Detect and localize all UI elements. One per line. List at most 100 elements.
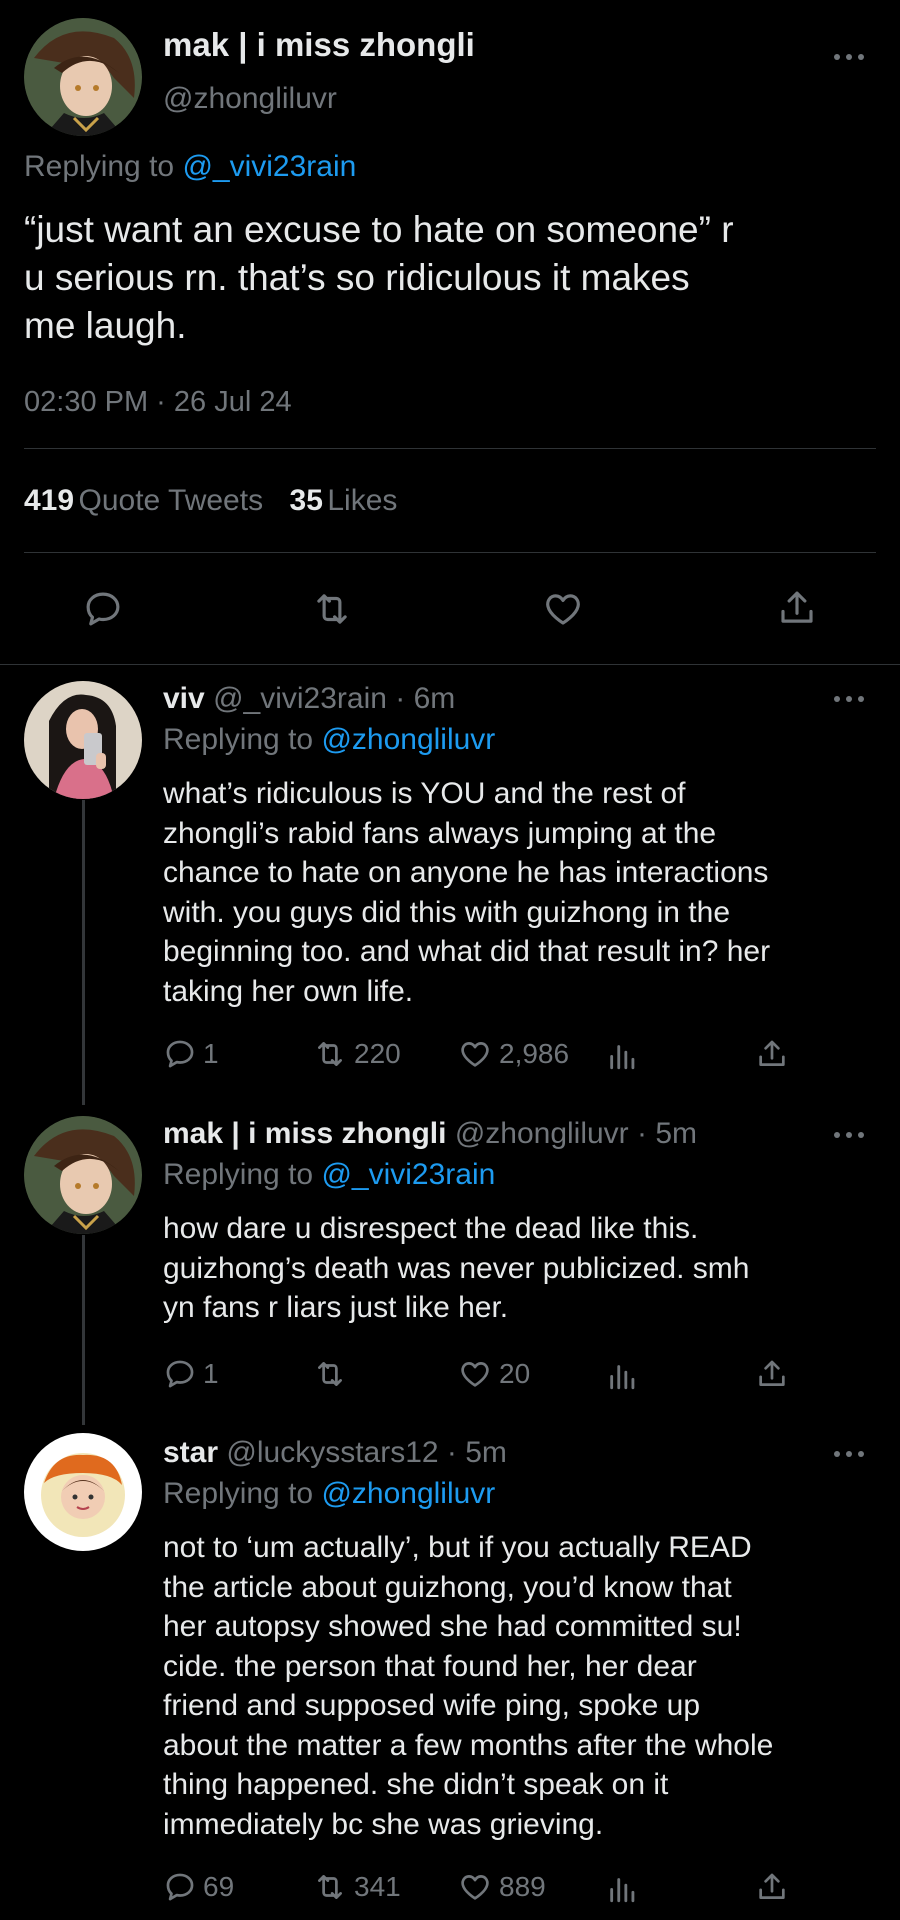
replying-to: Replying to @zhongliluvr xyxy=(163,723,495,757)
retweet-icon xyxy=(318,1362,342,1386)
retweet-action[interactable]: 220 xyxy=(312,1037,401,1071)
tweet-text: not to ‘um actually’, but if you actuall… xyxy=(163,1528,883,1844)
like-count: 2,986 xyxy=(499,1038,570,1069)
replying-to-link[interactable]: @zhongliluvr xyxy=(321,723,495,756)
tweet-text-line: about the matter a few months after the … xyxy=(163,1728,774,1762)
handle-and-time[interactable]: @_vivi23rain · 6m xyxy=(213,682,455,715)
tweet-text-line: what’s ridiculous is YOU and the rest of xyxy=(163,777,686,810)
retweet-count: 220 xyxy=(354,1038,401,1069)
tweet-text-line: taking her own life. xyxy=(163,974,414,1008)
quote-count: 419 xyxy=(24,484,75,517)
reply-icon xyxy=(166,1873,194,1901)
share-icon[interactable] xyxy=(755,1869,789,1905)
retweet-icon[interactable] xyxy=(310,588,354,635)
reply-icon[interactable] xyxy=(82,588,124,635)
heart-icon xyxy=(461,1875,489,1900)
tweet-text: how dare u disrespect the dead like this… xyxy=(163,1209,883,1328)
tweet-text-line: me laugh. xyxy=(24,305,187,346)
replying-label: Replying to xyxy=(163,723,314,756)
avatar[interactable] xyxy=(24,18,142,136)
tweet-text-line: with. you guys did this with guizhong in… xyxy=(163,895,730,929)
tweet-text-line: her autopsy showed she had committed su! xyxy=(163,1610,742,1643)
retweet-count: 341 xyxy=(354,1871,401,1902)
replying-to-link[interactable]: @_vivi23rain xyxy=(321,1158,495,1191)
tweet-text-line: guizhong’s death was never publicized. s… xyxy=(163,1251,750,1285)
like-label: Likes xyxy=(327,484,398,517)
divider xyxy=(0,664,900,665)
share-icon[interactable] xyxy=(755,1036,789,1072)
handle-and-time[interactable]: @luckysstars12 · 5m xyxy=(226,1436,507,1469)
avatar[interactable] xyxy=(24,1433,142,1551)
reply-action[interactable]: 1 xyxy=(163,1037,219,1071)
retweet-icon xyxy=(318,1042,342,1066)
more-options-icon[interactable] xyxy=(834,1130,868,1140)
display-name[interactable]: star xyxy=(163,1436,218,1469)
tweet-text-line: chance to hate on anyone he has interact… xyxy=(163,856,769,889)
quote-label: Quote Tweets xyxy=(78,484,264,517)
replying-label: Replying to xyxy=(163,1477,314,1510)
retweet-action[interactable] xyxy=(312,1357,354,1391)
reply-action[interactable]: 1 xyxy=(163,1357,219,1391)
heart-icon xyxy=(461,1042,489,1067)
tweet-text-line: yn fans r liars just like her. xyxy=(163,1291,509,1324)
avatar[interactable] xyxy=(24,1116,142,1234)
like-action[interactable]: 2,986 xyxy=(457,1037,569,1071)
tweet-text-line: thing happened. she didn’t speak on it xyxy=(163,1768,669,1801)
tweet-timestamp[interactable]: 02:30 PM · 26 Jul 24 xyxy=(24,386,292,419)
like-count: 889 xyxy=(499,1871,546,1902)
views-chart-icon[interactable] xyxy=(606,1358,640,1392)
reply-header: viv @_vivi23rain · 6m xyxy=(163,682,455,716)
more-options-icon[interactable] xyxy=(834,52,868,62)
avatar[interactable] xyxy=(24,681,142,799)
retweet-icon xyxy=(318,1875,342,1899)
more-options-icon[interactable] xyxy=(834,1449,868,1459)
replying-to: Replying to @_vivi23rain xyxy=(163,1158,495,1192)
replying-label: Replying to xyxy=(24,150,175,183)
like-count: 20 xyxy=(499,1358,531,1389)
tweet-text-line: “just want an excuse to hate on someone”… xyxy=(24,209,734,250)
thread-connector xyxy=(82,1235,85,1425)
views-chart-icon[interactable] xyxy=(606,1038,640,1072)
handle[interactable]: @zhongliluvr xyxy=(163,82,337,116)
reply-count: 1 xyxy=(203,1358,219,1389)
more-options-icon[interactable] xyxy=(834,694,868,704)
quote-tweets-stat[interactable]: 419 Quote Tweets xyxy=(24,484,268,517)
likes-stat[interactable]: 35 Likes xyxy=(290,484,398,517)
reply-header: star @luckysstars12 · 5m xyxy=(163,1436,507,1470)
handle-and-time[interactable]: @zhongliluvr · 5m xyxy=(455,1117,697,1150)
tweet-text-line: friend and supposed wife ping, spoke up xyxy=(163,1689,701,1722)
tweet-text: “just want an excuse to hate on someone”… xyxy=(24,206,884,350)
replying-to-link[interactable]: @_vivi23rain xyxy=(182,150,356,183)
reply-action[interactable]: 69 xyxy=(163,1870,234,1904)
heart-icon xyxy=(461,1362,489,1387)
replying-to: Replying to @zhongliluvr xyxy=(163,1477,495,1511)
divider xyxy=(24,448,876,449)
retweet-action[interactable]: 341 xyxy=(312,1870,401,1904)
tweet-text-line: immediately bc she was grieving. xyxy=(163,1807,604,1841)
like-count: 35 xyxy=(289,484,323,517)
reply-header: mak | i miss zhongli @zhongliluvr · 5m xyxy=(163,1117,697,1151)
tweet-text-line: how dare u disrespect the dead like this… xyxy=(163,1212,699,1245)
reply-icon xyxy=(166,1040,194,1068)
tweet-stats: 419 Quote Tweets 35 Likes xyxy=(24,484,397,518)
display-name[interactable]: mak | i miss zhongli xyxy=(163,1117,446,1150)
tweet-text-line: cide. the person that found her, her dea… xyxy=(163,1649,697,1683)
display-name[interactable]: mak | i miss zhongli xyxy=(163,26,475,64)
views-chart-icon[interactable] xyxy=(606,1871,640,1905)
heart-icon[interactable] xyxy=(541,588,585,635)
share-icon[interactable] xyxy=(755,1356,789,1392)
tweet-text-line: u serious rn. that’s so ridiculous it ma… xyxy=(24,257,690,298)
reply-icon xyxy=(166,1360,194,1388)
tweet-text-line: the article about guizhong, you’d know t… xyxy=(163,1570,732,1604)
tweet-text-line: beginning too. and what did that result … xyxy=(163,935,771,968)
display-name[interactable]: viv xyxy=(163,682,205,715)
share-icon[interactable] xyxy=(776,586,818,635)
like-action[interactable]: 889 xyxy=(457,1870,546,1904)
tweet-text: what’s ridiculous is YOU and the rest of… xyxy=(163,774,883,1011)
thread-connector xyxy=(82,800,85,1105)
replying-to: Replying to @_vivi23rain xyxy=(24,150,356,184)
reply-count: 1 xyxy=(203,1038,219,1069)
like-action[interactable]: 20 xyxy=(457,1357,530,1391)
tweet-text-line: not to ‘um actually’, but if you actuall… xyxy=(163,1531,752,1564)
replying-to-link[interactable]: @zhongliluvr xyxy=(321,1477,495,1510)
